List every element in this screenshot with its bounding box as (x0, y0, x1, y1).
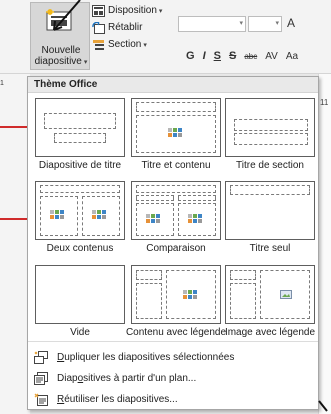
layout-title-content[interactable]: Titre et contenu (131, 98, 221, 178)
layout-thumbnail (35, 181, 125, 240)
chevron-down-icon: ▾ (158, 7, 163, 15)
reset-button[interactable]: Rétablir (92, 20, 142, 35)
chevron-down-icon: ▾ (83, 59, 88, 66)
strikethrough-button[interactable]: abc (244, 52, 257, 61)
reuse-slides-icon (34, 393, 48, 406)
picture-placeholder-icon (280, 290, 292, 299)
chevron-down-icon: ▾ (239, 20, 243, 27)
layout-label: Titre de section (236, 160, 304, 171)
ribbon: Nouvelle diapositive ▾ Disposition ▾ Rétab… (0, 0, 331, 74)
layout-label: Diapositive de titre (38, 160, 122, 171)
underline-button[interactable]: S (214, 50, 221, 62)
layout-thumbnail (225, 265, 315, 324)
reset-icon (92, 21, 105, 34)
reset-label: Rétablir (108, 22, 143, 33)
layout-title-slide[interactable]: Diapositive de titre (35, 98, 125, 178)
character-spacing-button[interactable]: AV (265, 51, 278, 62)
layout-label: Vide (70, 327, 90, 338)
layout-label: Comparaison (146, 243, 206, 254)
layout-content-caption[interactable]: Contenu avec légende (126, 265, 226, 345)
content-placeholder-icon (92, 210, 108, 219)
menu-item-label: upliquer les diapositives sélectionnées (64, 351, 235, 363)
chevron-down-icon: ▾ (143, 41, 147, 49)
layout-thumbnail (131, 181, 221, 240)
slides-from-outline-icon (34, 371, 48, 385)
duplicate-slides-menu-item[interactable]: Dupliquer les diapositives sélectionnées (28, 347, 318, 367)
layout-title-only[interactable]: Titre seul (225, 181, 315, 261)
layout-thumbnail (35, 98, 125, 157)
menu-divider (28, 341, 318, 342)
italic-button[interactable]: I (203, 50, 206, 62)
chevron-down-icon: ▾ (275, 20, 279, 27)
layout-thumbnail (225, 181, 315, 240)
change-case-button[interactable]: Aa (286, 51, 298, 62)
content-placeholder-icon (168, 128, 184, 137)
shadow-button[interactable]: S (229, 50, 236, 62)
gallery-header: Thème Office (28, 77, 318, 93)
menu-item-label: Diap (57, 372, 78, 384)
layout-label: Titre et contenu (141, 160, 211, 171)
menu-item-label: sitives à partir d'un plan... (83, 372, 197, 384)
pane-marker: 1 (0, 80, 4, 87)
bold-button[interactable]: G (186, 50, 195, 62)
layout-thumbnail (131, 98, 221, 157)
new-slide-label-line1: Nouvelle (41, 45, 81, 56)
content-placeholder-icon (188, 214, 204, 223)
format-toolbar: G I S S abc AV Aa (186, 50, 298, 62)
layout-label: Contenu avec légende (125, 327, 227, 338)
layout-label: Image avec légende (224, 327, 316, 338)
new-slide-button[interactable]: Nouvelle diapositive ▾ (30, 2, 90, 70)
duplicate-slides-icon (34, 350, 48, 364)
reuse-slides-menu-item[interactable]: Réutiliser les diapositives... (28, 389, 318, 409)
layout-label: Titre seul (249, 243, 291, 254)
layout-comparison[interactable]: Comparaison (131, 181, 221, 261)
layout-thumbnail (35, 265, 125, 324)
section-icon (93, 39, 104, 50)
layout-thumbnail (225, 98, 315, 157)
ruler-number: 11 (320, 98, 329, 107)
layout-picture-caption[interactable]: Image avec légende (225, 265, 315, 345)
font-name-input[interactable]: ▾ (178, 16, 246, 32)
grow-font-button[interactable]: A (287, 16, 295, 30)
layout-label: Disposition (108, 5, 157, 16)
layout-section-title[interactable]: Titre de section (225, 98, 315, 178)
layout-icon (92, 4, 105, 17)
section-label: Section (108, 39, 142, 50)
new-slide-label-line2: diapositive (34, 56, 82, 67)
section-button[interactable]: Section ▾ (92, 37, 147, 52)
slide-thumbnail-pane (0, 74, 30, 414)
layout-label: Deux contenus (46, 243, 114, 254)
font-size-input[interactable]: ▾ (248, 16, 282, 32)
layout-button[interactable]: Disposition ▾ (92, 3, 162, 18)
content-placeholder-icon (50, 210, 66, 219)
layout-thumbnail (131, 265, 221, 324)
new-slide-icon (46, 9, 72, 31)
content-placeholder-icon (183, 290, 199, 299)
new-slide-gallery: Thème Office Diapositive de titre Titre … (27, 76, 319, 410)
layout-two-content[interactable]: Deux contenus (35, 181, 125, 261)
slides-from-outline-menu-item[interactable]: Diapositives à partir d'un plan... (28, 368, 318, 388)
mouse-cursor-icon (318, 400, 328, 412)
content-placeholder-icon (146, 214, 162, 223)
menu-item-label: éutiliser les diapositives... (64, 393, 178, 405)
layout-blank[interactable]: Vide (35, 265, 125, 345)
